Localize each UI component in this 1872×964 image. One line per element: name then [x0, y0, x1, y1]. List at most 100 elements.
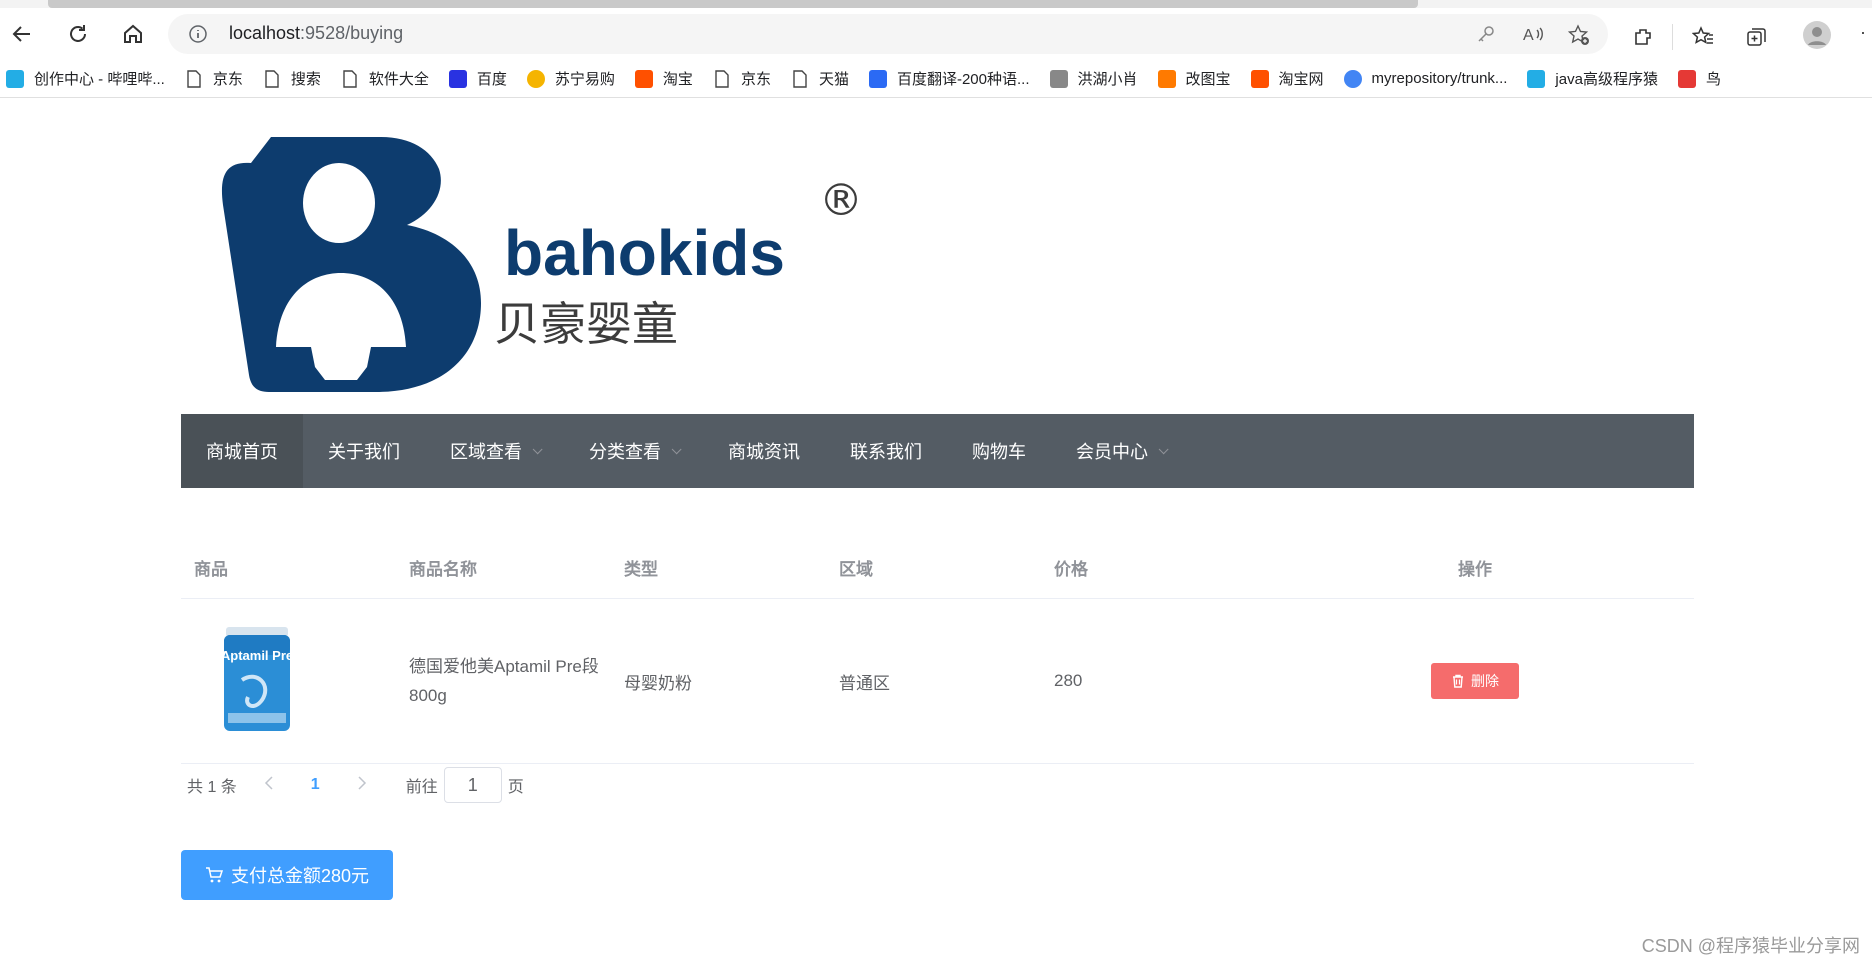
- header-name: 商品名称: [409, 560, 477, 579]
- bookmark-label: 改图宝: [1185, 71, 1231, 88]
- pagination: 共 1 条 1 前往 页: [187, 767, 524, 803]
- menu-item[interactable]: 商城资讯: [703, 414, 825, 488]
- menu-item[interactable]: 区域查看: [425, 414, 564, 488]
- table-row: Aptamil Pre 德国爱他美Aptamil Pre段 800g 母婴奶粉 …: [181, 599, 1694, 764]
- pay-total-button[interactable]: 支付总金额280元: [181, 850, 393, 900]
- bookmark-label: 创作中心 - 哔哩哔...: [34, 71, 165, 88]
- product-image-label: Aptamil Pre: [222, 648, 292, 663]
- bookmark-item[interactable]: 百度翻译-200种语...: [868, 68, 1030, 89]
- key-icon[interactable]: [1476, 24, 1496, 44]
- header-area: 区域: [839, 560, 873, 579]
- address-bar[interactable]: localhost:9528/buying A: [168, 14, 1608, 54]
- menu-item[interactable]: 商城首页: [181, 414, 303, 488]
- delete-label: 删除: [1471, 673, 1499, 689]
- svg-text:A: A: [1523, 27, 1534, 44]
- menu-item[interactable]: 会员中心: [1051, 414, 1190, 488]
- bookmark-item[interactable]: 京东: [713, 68, 771, 89]
- menu-item[interactable]: 分类查看: [564, 414, 703, 488]
- cart-table: 商品 商品名称 类型 区域 价格 操作 Aptamil Pre 德国爱他美Apt…: [181, 537, 1694, 764]
- cell-area: 普通区: [839, 673, 890, 693]
- header-product: 商品: [194, 560, 228, 579]
- extensions-icon[interactable]: [1632, 26, 1654, 48]
- delete-button[interactable]: 删除: [1431, 663, 1519, 699]
- bookmark-item[interactable]: 搜索: [263, 68, 321, 89]
- menu-item-label: 关于我们: [328, 442, 400, 462]
- page-suffix: 页: [507, 779, 524, 796]
- logo-brand-en: bahokids: [504, 217, 785, 289]
- read-aloud-icon[interactable]: A: [1522, 24, 1544, 44]
- bookmark-item[interactable]: 天猫: [791, 68, 849, 89]
- menu-item-label: 分类查看: [589, 442, 661, 462]
- menu-item[interactable]: 联系我们: [825, 414, 947, 488]
- url-text[interactable]: localhost:9528/buying: [229, 23, 403, 44]
- url-path: :9528/buying: [300, 23, 404, 43]
- more-menu-icon[interactable]: ·: [1860, 22, 1866, 43]
- refresh-button[interactable]: [60, 18, 96, 50]
- bookmark-item[interactable]: 淘宝: [634, 68, 693, 89]
- collections-icon[interactable]: [1746, 26, 1768, 48]
- bookmark-label: 软件大全: [368, 71, 429, 88]
- cell-price: 280: [1054, 671, 1083, 690]
- bookmark-item[interactable]: 苏宁易购: [526, 68, 615, 89]
- favorites-icon[interactable]: [1692, 26, 1714, 48]
- main-menu: 商城首页 关于我们 区域查看 分类查看 商城资讯 联系我们 购物车 会员中心: [181, 414, 1694, 488]
- chevron-down-icon: [1158, 443, 1169, 454]
- bookmark-label: 鸟: [1705, 71, 1721, 88]
- bookmark-item[interactable]: java高级程序猿: [1527, 68, 1658, 89]
- page-icon: [263, 69, 281, 88]
- bookmark-item[interactable]: 鸟: [1677, 68, 1721, 89]
- bookmark-item[interactable]: 软件大全: [341, 68, 429, 89]
- refresh-icon: [70, 25, 86, 42]
- bookmarks-bar: 创作中心 - 哔哩哔... 京东 搜索 软件大全 百度 苏宁易购 淘宝 京东 天猫 百度翻译-20…: [0, 60, 1872, 98]
- bookmark-label: 京东: [212, 71, 243, 88]
- menu-item[interactable]: 关于我们: [303, 414, 425, 488]
- header-action: 操作: [1458, 560, 1492, 579]
- chevron-down-icon: [532, 443, 543, 454]
- menu-item-label: 会员中心: [1076, 442, 1148, 462]
- bookmark-label: 天猫: [818, 71, 849, 88]
- home-button[interactable]: [115, 18, 151, 50]
- home-icon: [124, 24, 142, 43]
- url-host: localhost: [229, 23, 301, 43]
- bilibili-icon: [1527, 69, 1546, 88]
- favorite-add-icon[interactable]: [1568, 24, 1590, 46]
- bookmark-item[interactable]: 创作中心 - 哔哩哔...: [6, 68, 165, 89]
- active-tab[interactable]: [48, 0, 1418, 8]
- bookmark-item[interactable]: 改图宝: [1157, 68, 1231, 89]
- bird-red-icon: [1677, 69, 1696, 88]
- bookmark-item[interactable]: 洪湖小肖: [1049, 68, 1138, 89]
- gaitubao-icon: [1157, 69, 1176, 88]
- back-arrow-icon: [12, 26, 30, 42]
- menu-item-label: 购物车: [972, 442, 1026, 462]
- bookmark-item[interactable]: 百度: [448, 68, 507, 89]
- bilibili-icon: [6, 69, 24, 88]
- chevron-right-icon: [358, 775, 366, 790]
- bookmark-item[interactable]: 淘宝网: [1250, 68, 1324, 89]
- table-header: 商品 商品名称 类型 区域 价格 操作: [181, 537, 1694, 599]
- bookmark-label: 搜索: [290, 71, 321, 88]
- translate-icon: [868, 69, 887, 88]
- prev-page-button[interactable]: [259, 775, 279, 795]
- csdn-watermark: CSDN @程序猿毕业分享网: [1641, 936, 1860, 956]
- bookmark-label: 淘宝网: [1278, 71, 1324, 88]
- page-number-current[interactable]: 1: [311, 776, 320, 794]
- bahokids-logo: bahokids 贝豪婴童 ®: [221, 137, 863, 392]
- bookmark-label: java高级程序猿: [1555, 71, 1658, 88]
- bookmark-item[interactable]: myrepository/trunk...: [1343, 69, 1507, 88]
- info-icon[interactable]: [188, 24, 208, 44]
- page-icon: [791, 69, 809, 88]
- browser-toolbar: localhost:9528/buying A ·: [0, 8, 1872, 60]
- registered-mark: ®: [819, 175, 863, 226]
- taobao-icon: [1250, 69, 1269, 88]
- next-page-button[interactable]: [352, 775, 372, 795]
- profile-avatar-icon[interactable]: [1802, 20, 1832, 50]
- bookmark-item[interactable]: 京东: [185, 68, 243, 89]
- back-button[interactable]: [4, 18, 40, 50]
- menu-item[interactable]: 购物车: [947, 414, 1051, 488]
- goto-page-input[interactable]: [443, 767, 502, 803]
- page-icon: [713, 69, 731, 88]
- shopping-cart-icon: [205, 867, 223, 883]
- bookmark-label: 百度: [476, 71, 507, 88]
- logo-brand-cn: 贝豪婴童: [494, 297, 678, 351]
- product-image[interactable]: Aptamil Pre: [221, 625, 293, 733]
